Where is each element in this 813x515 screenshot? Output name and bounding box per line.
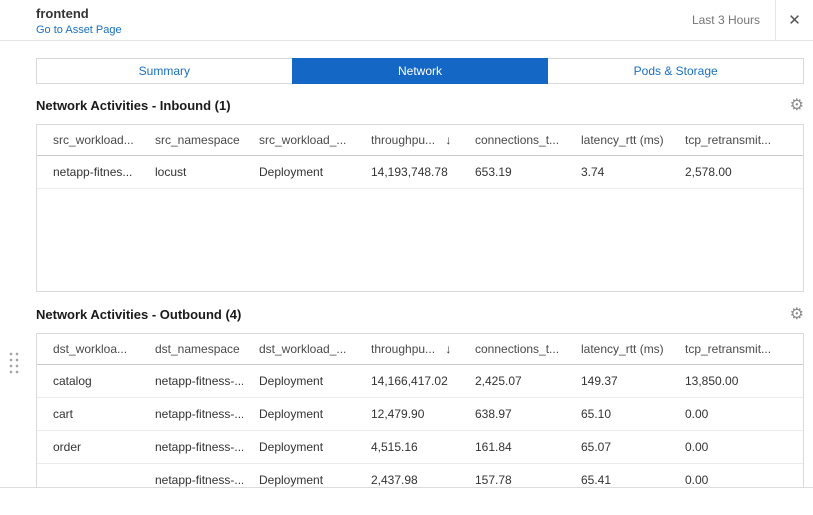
- column-header-latency[interactable]: latency_rtt (ms): [565, 334, 669, 364]
- close-icon[interactable]: ✕: [776, 0, 813, 40]
- cell-dst-workload: order: [37, 430, 139, 463]
- tab-summary[interactable]: Summary: [36, 58, 293, 84]
- inbound-table: src_workload... src_namespace src_worklo…: [36, 124, 804, 292]
- time-range-label: Last 3 Hours: [692, 0, 775, 40]
- cell-latency: 65.41: [565, 463, 669, 488]
- gear-icon[interactable]: ⚙: [790, 98, 804, 114]
- column-header-dst-workload-kind[interactable]: dst_workload_...: [243, 334, 355, 364]
- cell-latency: 65.07: [565, 430, 669, 463]
- tab-pods-storage[interactable]: Pods & Storage: [547, 58, 804, 84]
- column-header-connections[interactable]: connections_t...: [459, 125, 565, 155]
- header-title-block: frontend Go to Asset Page: [0, 0, 122, 40]
- outbound-header-row: dst_workloa... dst_namespace dst_workloa…: [37, 334, 803, 364]
- column-header-throughput[interactable]: throughpu... ↓: [355, 125, 459, 155]
- tab-network[interactable]: Network: [292, 58, 549, 84]
- cell-connections: 157.78: [459, 463, 565, 488]
- table-row[interactable]: cart netapp-fitness-... Deployment 12,47…: [37, 397, 803, 430]
- column-header-connections[interactable]: connections_t...: [459, 334, 565, 364]
- column-header-src-namespace[interactable]: src_namespace: [139, 125, 243, 155]
- cell-connections: 2,425.07: [459, 364, 565, 397]
- cell-connections: 653.19: [459, 155, 565, 188]
- column-header-throughput-label: throughpu...: [371, 133, 435, 147]
- outbound-section-title: Network Activities - Outbound (4): [36, 307, 241, 322]
- cell-throughput: 4,515.16: [355, 430, 459, 463]
- inbound-section-header: Network Activities - Inbound (1) ⚙: [36, 96, 804, 115]
- cell-throughput: 14,193,748.78: [355, 155, 459, 188]
- cell-dst-workload-kind: Deployment: [243, 364, 355, 397]
- column-header-tcp-retransmit[interactable]: tcp_retransmit...: [669, 125, 803, 155]
- cell-src-workload: netapp-fitnes...: [37, 155, 139, 188]
- cell-dst-workload-kind: Deployment: [243, 430, 355, 463]
- page-title: frontend: [36, 6, 122, 21]
- tab-bar: Summary Network Pods & Storage: [36, 58, 804, 84]
- cell-dst-namespace: netapp-fitness-...: [139, 430, 243, 463]
- table-row[interactable]: order netapp-fitness-... Deployment 4,51…: [37, 430, 803, 463]
- inbound-section: Network Activities - Inbound (1) ⚙ src_w…: [0, 96, 813, 292]
- column-header-dst-workload[interactable]: dst_workloa...: [37, 334, 139, 364]
- outbound-table: dst_workloa... dst_namespace dst_workloa…: [36, 333, 804, 488]
- cell-latency: 65.10: [565, 397, 669, 430]
- cell-dst-workload-kind: Deployment: [243, 397, 355, 430]
- cell-latency: 3.74: [565, 155, 669, 188]
- cell-connections: 161.84: [459, 430, 565, 463]
- cell-src-namespace: locust: [139, 155, 243, 188]
- go-to-asset-page-link[interactable]: Go to Asset Page: [36, 24, 122, 36]
- column-header-tcp-retransmit[interactable]: tcp_retransmit...: [669, 334, 803, 364]
- column-header-throughput[interactable]: throughpu... ↓: [355, 334, 459, 364]
- outbound-section-header: Network Activities - Outbound (4) ⚙: [36, 305, 804, 324]
- cell-throughput: 14,166,417.02: [355, 364, 459, 397]
- gear-icon[interactable]: ⚙: [790, 307, 804, 323]
- table-row[interactable]: netapp-fitnes... locust Deployment 14,19…: [37, 155, 803, 188]
- cell-latency: 149.37: [565, 364, 669, 397]
- cell-tcp-retransmit: 0.00: [669, 430, 803, 463]
- cell-dst-namespace: netapp-fitness-...: [139, 364, 243, 397]
- outbound-section: Network Activities - Outbound (4) ⚙ dst_…: [0, 305, 813, 488]
- cell-tcp-retransmit: 13,850.00: [669, 364, 803, 397]
- sort-desc-icon[interactable]: ↓: [445, 342, 451, 356]
- header-actions: Last 3 Hours ✕: [692, 0, 813, 40]
- column-header-throughput-label: throughpu...: [371, 342, 435, 356]
- column-header-latency[interactable]: latency_rtt (ms): [565, 125, 669, 155]
- column-header-src-workload[interactable]: src_workload...: [37, 125, 139, 155]
- cell-dst-workload: cart: [37, 397, 139, 430]
- cell-tcp-retransmit: 0.00: [669, 463, 803, 488]
- cell-tcp-retransmit: 2,578.00: [669, 155, 803, 188]
- cell-throughput: 12,479.90: [355, 397, 459, 430]
- sort-desc-icon[interactable]: ↓: [445, 133, 451, 147]
- cell-dst-workload: catalog: [37, 364, 139, 397]
- table-row[interactable]: catalog netapp-fitness-... Deployment 14…: [37, 364, 803, 397]
- column-header-src-workload-kind[interactable]: src_workload_...: [243, 125, 355, 155]
- cell-dst-namespace: netapp-fitness-...: [139, 397, 243, 430]
- inbound-section-title: Network Activities - Inbound (1): [36, 98, 231, 113]
- table-row[interactable]: netapp-fitness-... Deployment 2,437.98 1…: [37, 463, 803, 488]
- cell-dst-workload: [37, 463, 139, 488]
- cell-connections: 638.97: [459, 397, 565, 430]
- column-header-dst-namespace[interactable]: dst_namespace: [139, 334, 243, 364]
- cell-src-workload-kind: Deployment: [243, 155, 355, 188]
- inbound-header-row: src_workload... src_namespace src_worklo…: [37, 125, 803, 155]
- cell-tcp-retransmit: 0.00: [669, 397, 803, 430]
- cell-throughput: 2,437.98: [355, 463, 459, 488]
- drag-handle[interactable]: [8, 351, 20, 375]
- cell-dst-namespace: netapp-fitness-...: [139, 463, 243, 488]
- asset-slideout-panel: frontend Go to Asset Page Last 3 Hours ✕…: [0, 0, 813, 488]
- cell-dst-workload-kind: Deployment: [243, 463, 355, 488]
- panel-header: frontend Go to Asset Page Last 3 Hours ✕: [0, 0, 813, 41]
